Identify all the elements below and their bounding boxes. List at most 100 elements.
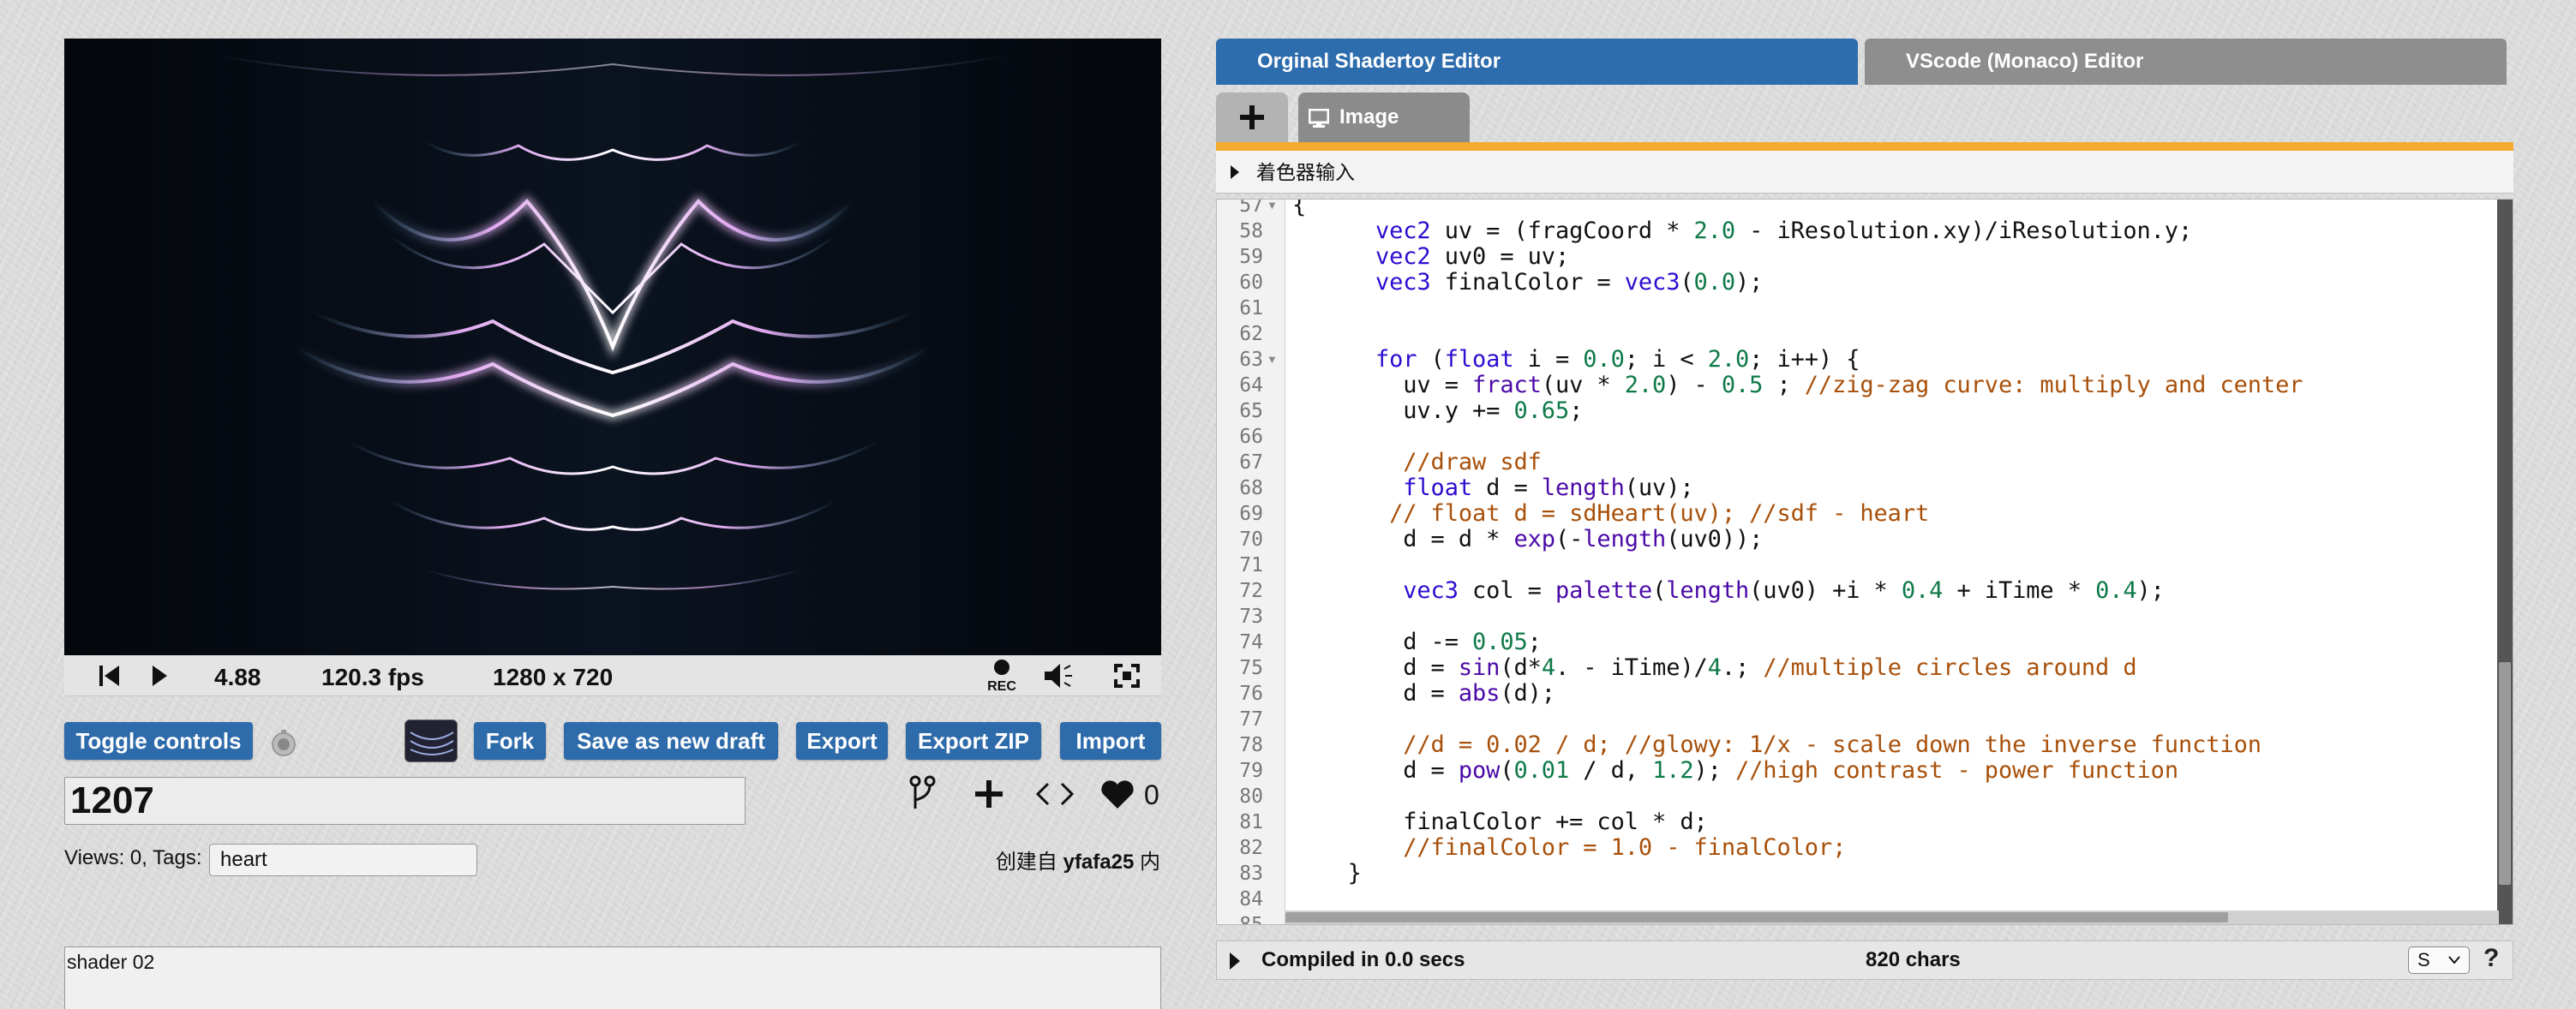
line-number: 70 bbox=[1239, 528, 1263, 551]
code-line[interactable]: d -= 0.05; bbox=[1292, 630, 1542, 655]
export-button[interactable]: Export bbox=[796, 722, 888, 760]
code-line[interactable]: //draw sdf bbox=[1292, 450, 1542, 475]
add-pass-tab[interactable] bbox=[1216, 93, 1288, 142]
code-line[interactable]: vec2 uv0 = uv; bbox=[1292, 244, 1569, 270]
line-number: 58 bbox=[1239, 220, 1263, 242]
tab-image[interactable]: Image bbox=[1298, 93, 1470, 142]
code-line[interactable]: vec3 finalColor = vec3(0.0); bbox=[1292, 270, 1763, 296]
code-line[interactable]: { bbox=[1292, 200, 1306, 218]
monitor-icon bbox=[1309, 109, 1329, 128]
import-button[interactable]: Import bbox=[1060, 722, 1161, 760]
shader-inputs-label: 着色器输入 bbox=[1256, 161, 1355, 183]
line-number: 82 bbox=[1239, 837, 1263, 859]
save-as-draft-button[interactable]: Save as new draft bbox=[564, 722, 778, 760]
vertical-scroll-thumb[interactable] bbox=[2499, 662, 2511, 885]
line-number: 57 bbox=[1239, 199, 1263, 217]
code-line[interactable]: vec2 uv = (fragCoord * 2.0 - iResolution… bbox=[1292, 218, 2192, 244]
line-number: 59 bbox=[1239, 246, 1263, 268]
author-link[interactable]: yfafa25 bbox=[1063, 851, 1135, 874]
code-line[interactable]: float d = length(uv); bbox=[1292, 475, 1693, 501]
player-controls-bar: 4.88 120.3 fps 1280 x 720 REC bbox=[64, 655, 1161, 696]
fps-display: 120.3 fps bbox=[321, 664, 424, 690]
line-number: 61 bbox=[1239, 297, 1263, 319]
line-number: 75 bbox=[1239, 657, 1263, 679]
line-number: 60 bbox=[1239, 272, 1263, 294]
help-button[interactable]: ? bbox=[2483, 944, 2499, 973]
line-number: 62 bbox=[1239, 323, 1263, 345]
line-number: 83 bbox=[1239, 863, 1263, 885]
code-line[interactable]: } bbox=[1292, 861, 1362, 887]
add-icon[interactable] bbox=[974, 779, 1003, 809]
code-line[interactable]: d = pow(0.01 / d, 1.2); //high contrast … bbox=[1292, 758, 2178, 784]
code-line[interactable]: finalColor += col * d; bbox=[1292, 809, 1708, 835]
code-line[interactable]: d = sin(d*4. - iTime)/4.; //multiple cir… bbox=[1292, 655, 2136, 681]
shader-canvas[interactable] bbox=[64, 39, 1161, 655]
compile-status-bar: Compiled in 0.0 secs 820 chars bbox=[1216, 940, 2513, 980]
embed-code-icon[interactable] bbox=[1035, 781, 1075, 807]
volume-icon[interactable] bbox=[1041, 662, 1075, 690]
code-line[interactable]: //d = 0.02 / d; //glowy: 1/x - scale dow… bbox=[1292, 732, 2261, 758]
horizontal-scroll-thumb[interactable] bbox=[1285, 912, 2228, 922]
heart-icon[interactable] bbox=[1099, 779, 1135, 810]
author-prefix: 创建自 bbox=[995, 851, 1057, 874]
line-number: 67 bbox=[1239, 451, 1263, 474]
triangle-right-icon bbox=[1231, 165, 1239, 179]
description-textarea[interactable]: shader 02 bbox=[64, 946, 1161, 1009]
shader-title-input[interactable]: 1207 bbox=[64, 777, 746, 825]
tags-input[interactable]: heart bbox=[209, 844, 477, 876]
code-line[interactable]: vec3 col = palette(length(uv0) +i * 0.4 … bbox=[1292, 578, 2165, 604]
play-icon[interactable] bbox=[150, 664, 169, 688]
plus-icon bbox=[1240, 105, 1264, 129]
horizontal-scrollbar[interactable] bbox=[1285, 910, 2499, 924]
line-number: 66 bbox=[1239, 426, 1263, 448]
code-line[interactable]: // float d = sdHeart(uv); //sdf - heart bbox=[1292, 501, 1929, 527]
resolution-display: 1280 x 720 bbox=[493, 664, 614, 690]
fork-button[interactable]: Fork bbox=[474, 722, 546, 760]
views-tags-label: Views: 0, Tags: bbox=[64, 846, 202, 869]
line-number: 63 bbox=[1239, 349, 1263, 371]
active-tab-underline bbox=[1216, 142, 2513, 151]
char-count: 820 chars bbox=[1866, 948, 1961, 971]
export-zip-button[interactable]: Export ZIP bbox=[906, 722, 1041, 760]
code-line[interactable]: d = abs(d); bbox=[1292, 681, 1555, 707]
rewind-icon[interactable] bbox=[99, 664, 121, 688]
line-number: 71 bbox=[1239, 554, 1263, 576]
font-size-select[interactable]: S bbox=[2408, 946, 2470, 974]
like-count: 0 bbox=[1144, 779, 1159, 810]
line-number: 84 bbox=[1239, 888, 1263, 910]
triangle-right-icon[interactable] bbox=[1229, 952, 1241, 970]
shader-render-image bbox=[64, 39, 1161, 655]
toggle-controls-button[interactable]: Toggle controls bbox=[64, 722, 253, 760]
fold-marker-icon[interactable]: ▼ bbox=[1267, 200, 1278, 218]
line-number: 76 bbox=[1239, 683, 1263, 705]
stopwatch-icon[interactable] bbox=[269, 728, 298, 757]
code-editor[interactable]: 57 58 59 60 61 62 63 64 65 66 67 68 69 70 71 72 73 74 75 76… bbox=[1216, 199, 2513, 925]
record-button[interactable]: REC bbox=[981, 659, 1022, 695]
tab-monaco-editor[interactable]: VScode (Monaco) Editor bbox=[1865, 39, 2507, 85]
line-number: 68 bbox=[1239, 477, 1263, 499]
fold-marker-icon[interactable]: ▼ bbox=[1267, 347, 1278, 373]
vertical-scrollbar[interactable] bbox=[2497, 200, 2513, 924]
chevron-down-icon bbox=[2448, 956, 2460, 964]
line-number: 79 bbox=[1239, 760, 1263, 782]
code-line[interactable]: uv = fract(uv * 2.0) - 0.5 ; //zig-zag c… bbox=[1292, 373, 2303, 398]
code-line[interactable]: uv.y += 0.65; bbox=[1292, 398, 1583, 424]
line-number: 72 bbox=[1239, 580, 1263, 602]
line-number: 80 bbox=[1239, 785, 1263, 808]
time-display: 4.88 bbox=[214, 664, 261, 690]
line-number-gutter: 57 58 59 60 61 62 63 64 65 66 67 68 69 70 71 72 73 74 75 76… bbox=[1217, 200, 1285, 924]
font-size-select-value: S bbox=[2417, 949, 2430, 970]
code-line[interactable]: //finalColor = 1.0 - finalColor; bbox=[1292, 835, 1846, 861]
code-line[interactable]: for (float i = 0.0; i < 2.0; i++) { bbox=[1292, 347, 1860, 373]
code-line[interactable]: d = d * exp(-length(uv0)); bbox=[1292, 527, 1763, 552]
line-number: 65 bbox=[1239, 400, 1263, 422]
line-number: 85 bbox=[1239, 914, 1263, 925]
fullscreen-icon[interactable] bbox=[1114, 664, 1140, 688]
fork-icon[interactable] bbox=[907, 774, 938, 814]
line-number: 77 bbox=[1239, 708, 1263, 731]
shader-thumbnail[interactable] bbox=[404, 719, 458, 762]
shader-inputs-toggle[interactable]: 着色器输入 bbox=[1216, 151, 2513, 194]
line-number: 69 bbox=[1239, 503, 1263, 525]
line-number: 74 bbox=[1239, 631, 1263, 654]
tab-original-editor[interactable]: Orginal Shadertoy Editor bbox=[1216, 39, 1858, 85]
